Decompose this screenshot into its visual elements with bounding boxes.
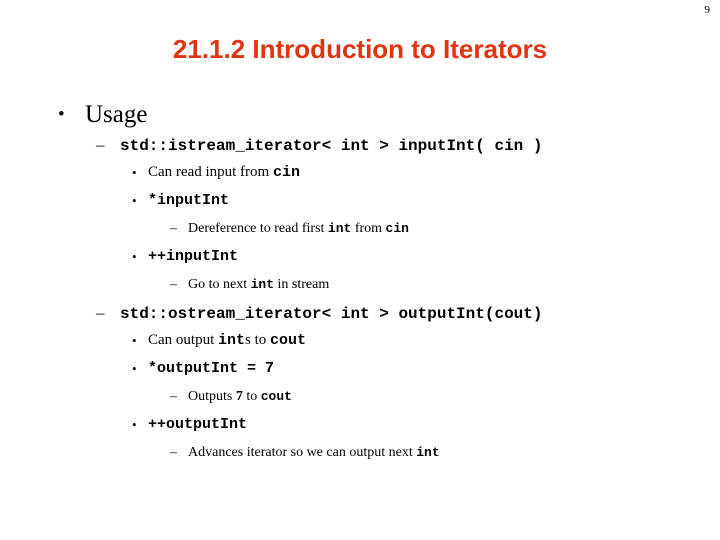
bullet-dash-icon: – bbox=[170, 221, 177, 236]
bullet-dash-icon: – bbox=[170, 445, 177, 460]
outline-line-text: Dereference to read first int from cin bbox=[188, 216, 409, 241]
outline-line-text: std::ostream_iterator< int > outputInt(c… bbox=[120, 300, 542, 327]
outline-line-level3: • Can output ints to cout bbox=[0, 328, 720, 356]
text-span: Usage bbox=[85, 101, 148, 128]
outline-line-text: *outputInt = 7 bbox=[148, 356, 274, 381]
bullet-dot-icon: • bbox=[132, 193, 137, 208]
code-span: int bbox=[327, 221, 352, 236]
outline-line-text: Go to next int in stream bbox=[188, 272, 329, 297]
outline-line-level4: – Go to next int in stream bbox=[0, 272, 720, 300]
outline-line-text: Can read input from cin bbox=[148, 160, 300, 185]
outline-line-level4: – Dereference to read first int from cin bbox=[0, 216, 720, 244]
outline-line-level3: • ++inputInt bbox=[0, 244, 720, 272]
text-span: Go to next bbox=[188, 277, 251, 292]
outline-body: • Usage – std::istream_iterator< int > inpu… bbox=[0, 100, 720, 468]
bullet-dot-icon: • bbox=[132, 417, 137, 432]
code-span: std::istream_iterator< int > inputInt( c… bbox=[120, 137, 543, 155]
outline-line-level3: • *inputInt bbox=[0, 188, 720, 216]
bullet-dot-icon: • bbox=[132, 361, 137, 376]
bullet-dot-icon: • bbox=[132, 333, 137, 348]
outline-line-text: ++inputInt bbox=[148, 244, 238, 269]
code-span: cin bbox=[272, 164, 300, 181]
outline-line-level4: – Outputs 7 to cout bbox=[0, 384, 720, 412]
text-span: Dereference to read first bbox=[188, 221, 328, 236]
outline-line-text: Outputs 7 to cout bbox=[188, 384, 292, 409]
outline-line-text: Usage bbox=[85, 100, 147, 130]
bullet-dash-icon: – bbox=[96, 303, 105, 322]
code-span: int bbox=[416, 445, 440, 460]
text-span: to bbox=[250, 332, 271, 348]
outline-line-level4: – Advances iterator so we can output next… bbox=[0, 440, 720, 468]
slide-title: 21.1.2 Introduction to Iterators bbox=[172, 34, 548, 64]
outline-line-level1: • Usage bbox=[0, 100, 720, 132]
outline-line-text: Can output ints to cout bbox=[148, 328, 306, 353]
outline-line-text: std::istream_iterator< int > inputInt( c… bbox=[120, 132, 542, 159]
text-span: Can read input from bbox=[148, 164, 273, 180]
outline-line-level2: – std::ostream_iterator< int > outputInt(… bbox=[0, 300, 720, 328]
bullet-dash-icon: – bbox=[170, 389, 177, 404]
code-span: std::ostream_iterator< int > outputInt(c… bbox=[120, 305, 543, 323]
text-span: Outputs bbox=[188, 389, 236, 404]
code-span: int bbox=[250, 277, 275, 292]
text-span: in stream bbox=[274, 277, 330, 292]
bullet-dot-icon: • bbox=[132, 165, 137, 180]
slide-canvas: 9 21.1.2 Introduction to Iterators • Usag… bbox=[0, 0, 720, 540]
text-span: Can output bbox=[148, 332, 218, 348]
text-span: to bbox=[242, 389, 261, 404]
code-span: *outputInt = 7 bbox=[148, 360, 275, 377]
outline-line-text: *inputInt bbox=[148, 188, 229, 213]
outline-line-level2: – std::istream_iterator< int > inputInt( … bbox=[0, 132, 720, 160]
text-span: Advances iterator so we can output next bbox=[188, 445, 417, 460]
text-span: from bbox=[351, 221, 386, 236]
code-span: cout bbox=[260, 389, 292, 404]
outline-line-level3: • ++outputInt bbox=[0, 412, 720, 440]
code-span: int bbox=[218, 332, 246, 349]
bullet-dash-icon: – bbox=[170, 277, 177, 292]
code-span: *inputInt bbox=[148, 192, 230, 209]
bullet-dash-icon: – bbox=[96, 135, 105, 154]
outline-line-text: ++outputInt bbox=[148, 412, 247, 437]
bullet-dot-icon: • bbox=[58, 104, 65, 125]
bullet-dot-icon: • bbox=[132, 249, 137, 264]
code-span: cout bbox=[270, 332, 307, 349]
emphasis-span: 7 bbox=[235, 389, 243, 404]
code-span: cin bbox=[385, 221, 409, 236]
outline-line-level3: • Can read input from cin bbox=[0, 160, 720, 188]
page-number: 9 bbox=[704, 4, 711, 16]
outline-line-level3: • *outputInt = 7 bbox=[0, 356, 720, 384]
code-span: ++inputInt bbox=[148, 248, 239, 265]
code-span: ++outputInt bbox=[148, 416, 248, 433]
outline-line-text: Advances iterator so we can output next … bbox=[188, 440, 440, 465]
